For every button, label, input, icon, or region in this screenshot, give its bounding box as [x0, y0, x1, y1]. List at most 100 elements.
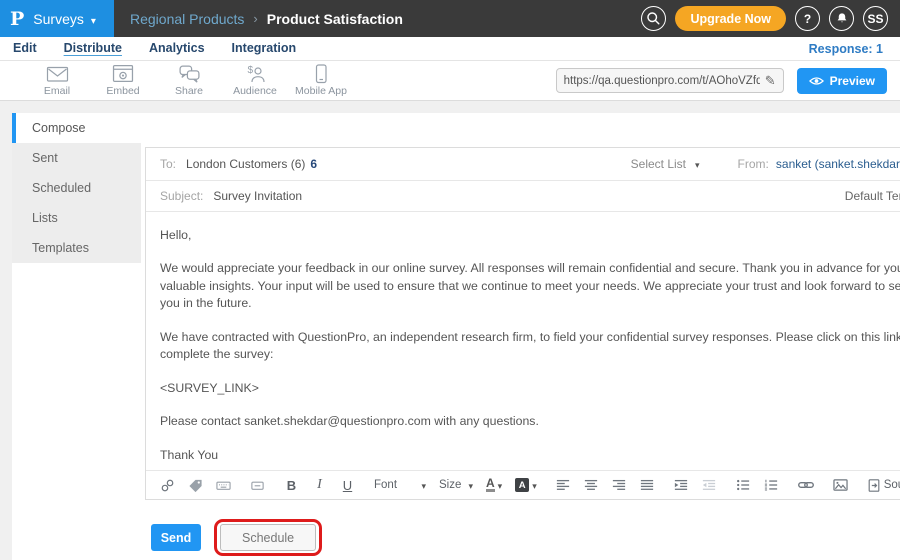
chevron-down-icon	[695, 157, 700, 171]
top-header: P Surveys Regional Products › Product Sa…	[0, 0, 900, 37]
sidebar-item-compose[interactable]: Compose	[12, 113, 141, 143]
body-paragraph: <SURVEY_LINK>	[160, 380, 900, 397]
to-label: To:	[160, 157, 176, 171]
upgrade-now-button[interactable]: Upgrade Now	[675, 6, 786, 31]
background-color-button[interactable]: A	[515, 475, 537, 495]
channel-mobile-app[interactable]: Mobile App	[288, 64, 354, 97]
eye-icon	[809, 76, 824, 86]
send-button[interactable]: Send	[151, 524, 201, 551]
insert-button-widget[interactable]	[250, 475, 265, 495]
channel-embed[interactable]: Embed	[90, 64, 156, 97]
link-icon	[798, 478, 814, 492]
survey-url-field[interactable]: ✎	[556, 68, 784, 93]
sidebar-item-templates[interactable]: Templates	[12, 233, 141, 263]
from-value[interactable]: sanket (sanket.shekdar@ques...	[776, 157, 900, 171]
text-color-icon: A	[486, 478, 495, 492]
tab-distribute[interactable]: Distribute	[64, 41, 122, 56]
schedule-button[interactable]: Schedule	[220, 524, 316, 551]
search-button[interactable]	[641, 6, 666, 31]
sidebar-item-sent[interactable]: Sent	[12, 143, 141, 173]
justify-button[interactable]	[640, 475, 655, 495]
response-count: Response: 1	[809, 42, 900, 56]
svg-text:$: $	[247, 65, 253, 76]
subject-value[interactable]: Survey Invitation	[213, 189, 302, 203]
increase-indent-button[interactable]	[674, 475, 689, 495]
subject-row: Subject: Survey Invitation Default Templ…	[146, 181, 900, 212]
channel-mobile-app-label: Mobile App	[295, 85, 347, 97]
embed-icon	[112, 64, 134, 84]
justify-icon	[640, 478, 654, 492]
breadcrumb-parent-link[interactable]: Regional Products	[130, 11, 244, 27]
to-recipient-count[interactable]: 6	[310, 157, 317, 171]
from-label: From:	[738, 157, 769, 171]
email-body-editor[interactable]: Hello, We would appreciate your feedback…	[146, 212, 900, 470]
decrease-indent-button[interactable]	[702, 475, 717, 495]
indent-icon	[674, 478, 688, 492]
text-color-button[interactable]: A	[486, 475, 502, 495]
size-dropdown-label: Size	[439, 479, 461, 491]
channel-email[interactable]: Email	[24, 64, 90, 97]
underline-button[interactable]: U	[340, 475, 355, 495]
align-left-button[interactable]	[556, 475, 571, 495]
surveys-menu[interactable]: P Surveys	[0, 0, 114, 37]
anchor-link-button[interactable]	[160, 475, 175, 495]
body-paragraph: We would appreciate your feedback in our…	[160, 260, 900, 312]
align-right-button[interactable]	[612, 475, 627, 495]
size-dropdown[interactable]: Size	[439, 475, 473, 495]
help-button[interactable]: ?	[795, 6, 820, 31]
edit-url-pencil-icon[interactable]: ✎	[765, 73, 776, 89]
chevron-down-icon	[532, 476, 537, 494]
tab-analytics[interactable]: Analytics	[149, 41, 205, 56]
numbered-list-button[interactable]	[764, 475, 779, 495]
channel-audience[interactable]: $ Audience	[222, 64, 288, 97]
notifications-button[interactable]	[829, 6, 854, 31]
tag-icon	[188, 478, 203, 493]
source-button-label: Source	[884, 479, 900, 491]
button-widget-icon	[250, 478, 265, 493]
align-center-button[interactable]	[584, 475, 599, 495]
tab-integration[interactable]: Integration	[232, 41, 297, 56]
channel-audience-label: Audience	[233, 85, 277, 97]
align-left-icon	[556, 478, 570, 492]
compose-actions: Send Schedule	[151, 519, 900, 556]
numbered-list-icon	[764, 478, 778, 492]
channel-embed-label: Embed	[106, 85, 139, 97]
bullet-list-button[interactable]	[736, 475, 751, 495]
align-right-icon	[612, 478, 626, 492]
channel-email-label: Email	[44, 85, 70, 97]
template-dropdown[interactable]: Default Template	[845, 189, 900, 203]
email-icon	[46, 64, 69, 84]
italic-button[interactable]: I	[312, 475, 327, 495]
preview-button-label: Preview	[830, 74, 875, 88]
chevron-down-icon	[91, 11, 96, 27]
chevron-down-icon	[421, 476, 426, 494]
insert-image-button[interactable]	[833, 475, 848, 495]
font-dropdown-label: Font	[374, 479, 397, 491]
insert-field-button[interactable]	[216, 475, 231, 495]
select-list-label: Select List	[631, 157, 686, 171]
sidebar-item-lists[interactable]: Lists	[12, 203, 141, 233]
channel-share[interactable]: Share	[156, 64, 222, 97]
bold-button[interactable]: B	[284, 475, 299, 495]
breadcrumb: Regional Products › Product Satisfaction	[130, 11, 403, 27]
source-button[interactable]: Source	[867, 475, 900, 495]
tab-edit[interactable]: Edit	[13, 41, 37, 56]
font-dropdown[interactable]: Font	[374, 475, 426, 495]
insert-link-button[interactable]	[798, 475, 814, 495]
survey-url-input[interactable]	[564, 75, 760, 87]
surveys-menu-label: Surveys	[33, 11, 84, 27]
chevron-down-icon	[498, 476, 503, 494]
background-color-icon: A	[515, 478, 529, 492]
breadcrumb-current: Product Satisfaction	[267, 11, 403, 27]
to-value[interactable]: London Customers (6)	[186, 157, 305, 171]
share-icon	[178, 64, 201, 84]
sidebar-item-scheduled[interactable]: Scheduled	[12, 173, 141, 203]
preview-button[interactable]: Preview	[797, 68, 887, 94]
select-list-dropdown[interactable]: Select List	[631, 157, 700, 171]
compose-email-form: To: London Customers (6) 6 Select List F…	[145, 147, 900, 500]
body-paragraph: We have contracted with QuestionPro, an …	[160, 329, 900, 364]
merge-tag-button[interactable]	[188, 475, 203, 495]
avatar[interactable]: SS	[863, 6, 888, 31]
email-sidebar: Compose Sent Scheduled Lists Templates	[12, 113, 141, 560]
chain-link-icon	[160, 478, 175, 493]
